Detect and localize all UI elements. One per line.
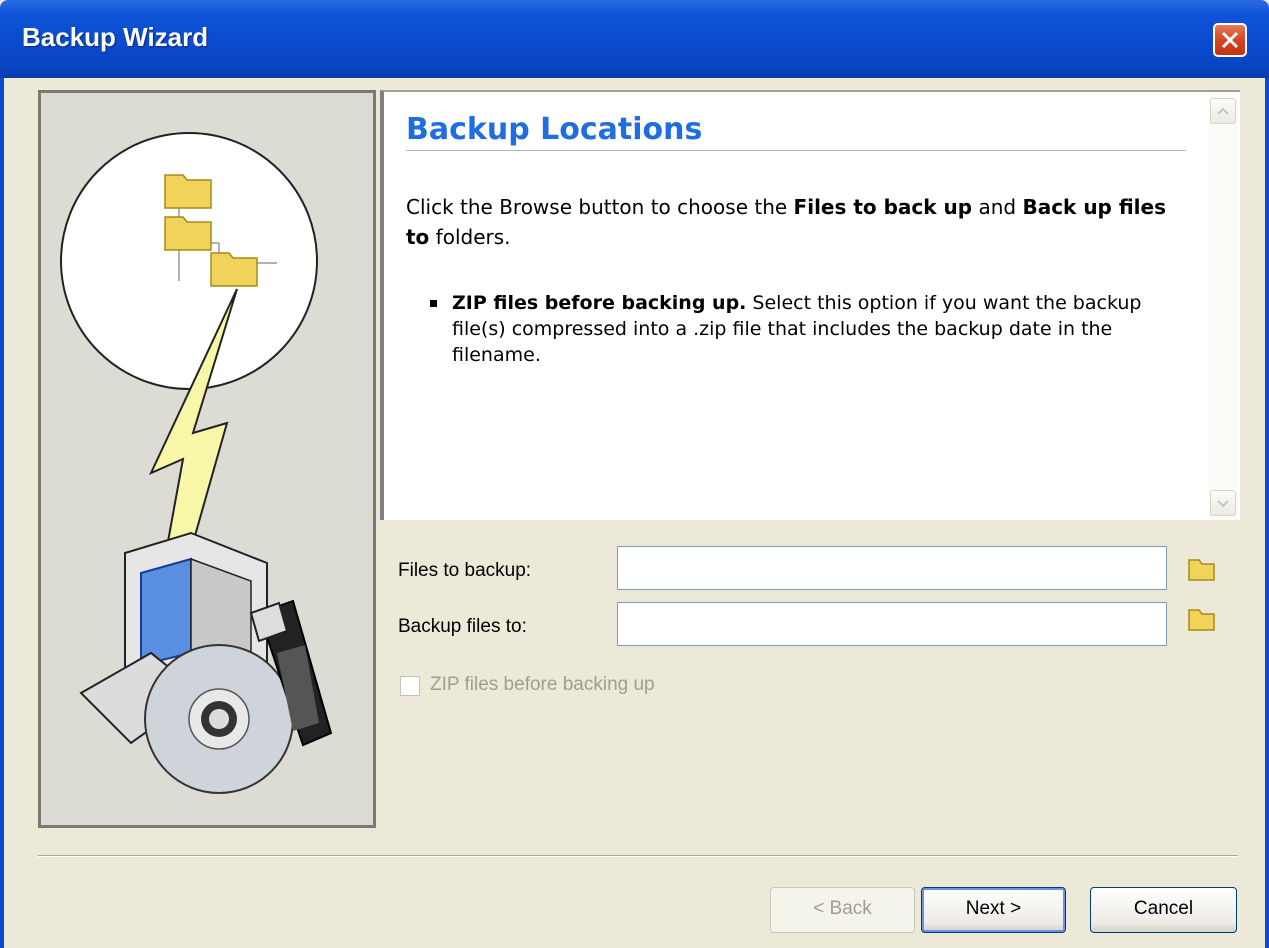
window-title: Backup Wizard xyxy=(22,22,209,52)
folder-icon xyxy=(210,252,258,287)
heading-divider xyxy=(406,150,1186,151)
bullet-icon xyxy=(430,300,437,307)
cd-disc-icon xyxy=(144,644,294,794)
intro-bold-files: Files to back up xyxy=(793,195,973,219)
next-button[interactable]: Next > xyxy=(921,887,1066,933)
files-to-backup-input[interactable] xyxy=(617,546,1167,590)
bullet-item-zip: ZIP files before backing up. Select this… xyxy=(430,290,1172,368)
browse-files-to-backup-button[interactable] xyxy=(1184,548,1218,588)
window-frame-right xyxy=(1265,78,1269,948)
folder-icon xyxy=(164,174,212,209)
close-icon xyxy=(1221,31,1239,49)
folder-icon xyxy=(1188,559,1215,581)
folder-icon xyxy=(1188,609,1215,631)
description-scrollbar[interactable] xyxy=(1208,94,1238,520)
zip-checkbox[interactable] xyxy=(400,676,420,696)
scroll-down-arrow-icon xyxy=(1217,500,1229,508)
files-to-backup-label: Files to backup: xyxy=(398,560,532,581)
folder-icon xyxy=(164,216,212,251)
footer-divider xyxy=(38,855,1238,857)
cancel-button[interactable]: Cancel xyxy=(1090,887,1237,933)
wizard-illustration xyxy=(38,90,376,828)
bullet-bold-text: ZIP files before backing up. xyxy=(452,292,747,314)
page-heading: Backup Locations xyxy=(406,112,703,147)
description-panel: Backup Locations Click the Browse button… xyxy=(380,90,1240,520)
scroll-down-button[interactable] xyxy=(1210,490,1236,516)
scroll-up-button[interactable] xyxy=(1210,98,1236,124)
back-button[interactable]: < Back xyxy=(770,887,915,933)
browse-backup-files-to-button[interactable] xyxy=(1184,598,1218,638)
intro-text: Click the Browse button to choose the Fi… xyxy=(406,192,1176,252)
backup-files-to-label: Backup files to: xyxy=(398,616,527,637)
scroll-up-arrow-icon xyxy=(1217,107,1229,115)
intro-text-part: Click the Browse button to choose the xyxy=(406,195,794,219)
zip-checkbox-label: ZIP files before backing up xyxy=(430,674,655,695)
intro-text-part: folders. xyxy=(429,225,511,249)
folder-tree-circle xyxy=(60,132,318,390)
close-button[interactable] xyxy=(1213,23,1247,57)
backup-files-to-input[interactable] xyxy=(617,602,1167,646)
intro-text-part: and xyxy=(972,195,1023,219)
window-frame-left xyxy=(0,78,4,948)
title-bar: Backup Wizard xyxy=(0,0,1269,78)
